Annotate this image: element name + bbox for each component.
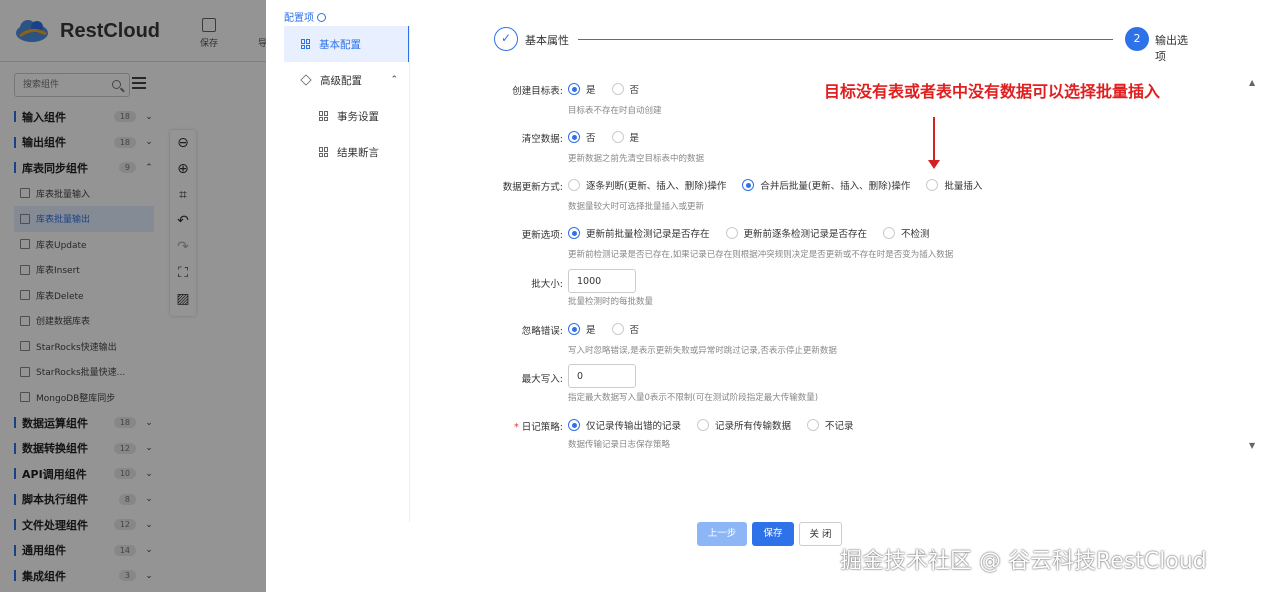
- radio-group: 是 否: [568, 320, 655, 338]
- radio-option[interactable]: 是: [611, 130, 639, 144]
- required-mark: *: [514, 422, 519, 433]
- radio-group: 是 否: [568, 80, 655, 98]
- help-text: 更新数据之前先清空目标表中的数据: [568, 154, 705, 164]
- max-write-field: [568, 364, 636, 388]
- radio-group: 否 是: [568, 128, 655, 146]
- radio-option[interactable]: 更新前批量检测记录是否存在: [568, 226, 710, 240]
- steps: ✓ 基本属性 2 输出选项: [494, 27, 1198, 63]
- scroll-up-icon[interactable]: ▲: [1249, 78, 1255, 87]
- help-text: 写入时忽略错误,是表示更新失败或异常时跳过记录,否表示停止更新数据: [568, 346, 837, 356]
- target-icon: [317, 13, 326, 22]
- step-label[interactable]: 输出选项: [1155, 32, 1198, 64]
- scroll-down-icon[interactable]: ▼: [1249, 441, 1255, 450]
- menu-transaction[interactable]: 事务设置: [284, 98, 410, 134]
- radio-option[interactable]: 是: [568, 82, 596, 96]
- arrow-down-icon: [928, 160, 940, 169]
- radio-group: 更新前批量检测记录是否存在 更新前逐条检测记录是否存在 不检测: [568, 224, 946, 242]
- radio-option[interactable]: 是: [568, 322, 596, 336]
- field-label: * 日记策略:: [514, 422, 563, 433]
- save-button[interactable]: 保存: [752, 522, 794, 546]
- help-text: 数据传输记录日志保存策略: [568, 440, 671, 450]
- radio-option[interactable]: 批量插入: [926, 178, 982, 192]
- help-text: 目标表不存在时自动创建: [568, 106, 662, 116]
- menu-basic-config[interactable]: 基本配置: [284, 26, 410, 62]
- field-label: 创建目标表:: [512, 86, 563, 97]
- chevron-up-icon: ⌃: [390, 75, 398, 85]
- menu-label: 事务设置: [337, 110, 379, 123]
- menu-label: 结果断言: [337, 146, 379, 159]
- help-text: 更新前检测记录是否已存在,如果记录已存在则根据冲突规则决定是否更新或不存在时是否…: [568, 250, 954, 260]
- radio-option[interactable]: 更新前逐条检测记录是否存在: [725, 226, 867, 240]
- help-text: 数据量较大时可选择批量插入或更新: [568, 202, 705, 212]
- field-label: 最大写入:: [521, 374, 563, 385]
- prev-step-button[interactable]: 上一步: [697, 522, 747, 546]
- field-label: 更新选项:: [521, 230, 563, 241]
- config-drawer: 配置项 基本配置 高级配置 ⌃ 事务设置 结果断言 ✓ 基本属性 2 输出选项 …: [266, 0, 1266, 592]
- annotation-text: 目标没有表或者表中没有数据可以选择批量插入: [824, 82, 1161, 101]
- close-button[interactable]: 关 闭: [799, 522, 842, 546]
- radio-option[interactable]: 仅记录传输出错的记录: [568, 418, 681, 432]
- batch-size-input[interactable]: [568, 269, 636, 293]
- help-text: 指定最大数据写入量0表示不限制(可在测试阶段指定最大传输数量): [568, 393, 819, 403]
- help-text: 批量检测时的每批数量: [568, 297, 654, 307]
- divider: [409, 26, 410, 522]
- check-icon[interactable]: ✓: [494, 27, 518, 51]
- grid-icon: [319, 147, 329, 157]
- config-menu: 基本配置 高级配置 ⌃ 事务设置 结果断言: [284, 26, 410, 170]
- step-number[interactable]: 2: [1125, 27, 1149, 51]
- modal-overlay[interactable]: [0, 0, 266, 592]
- radio-option[interactable]: 不记录: [807, 418, 854, 432]
- watermark: 掘金技术社区 @ 谷云科技RestCloud: [840, 549, 1207, 574]
- radio-option[interactable]: 逐条判断(更新、插入、删除)操作: [568, 178, 726, 192]
- grid-icon: [301, 39, 311, 49]
- step-label[interactable]: 基本属性: [525, 32, 569, 48]
- field-label: 清空数据:: [521, 134, 563, 145]
- radio-option[interactable]: 否: [568, 130, 596, 144]
- menu-assertion[interactable]: 结果断言: [284, 134, 410, 170]
- radio-option[interactable]: 不检测: [883, 226, 930, 240]
- radio-option[interactable]: 否: [611, 82, 639, 96]
- field-label: 忽略错误:: [521, 326, 563, 337]
- field-label: 数据更新方式:: [502, 182, 563, 193]
- radio-group: 逐条判断(更新、插入、删除)操作 合并后批量(更新、插入、删除)操作 批量插入: [568, 176, 998, 194]
- grid-icon: [319, 111, 329, 121]
- max-write-input[interactable]: [568, 364, 636, 388]
- radio-group: 仅记录传输出错的记录 记录所有传输数据 不记录: [568, 416, 870, 434]
- annotation-arrow: [933, 117, 935, 163]
- batch-size-field: [568, 269, 636, 293]
- menu-advanced-config[interactable]: 高级配置 ⌃: [284, 62, 410, 98]
- menu-label: 高级配置: [320, 74, 362, 87]
- cube-icon: [300, 74, 312, 86]
- menu-label: 基本配置: [319, 38, 361, 51]
- radio-option[interactable]: 记录所有传输数据: [697, 418, 791, 432]
- step-connector: [578, 39, 1113, 40]
- field-label: 批大小:: [531, 279, 563, 290]
- radio-option[interactable]: 合并后批量(更新、插入、删除)操作: [742, 178, 910, 192]
- config-title: 配置项: [284, 9, 326, 24]
- radio-option[interactable]: 否: [611, 322, 639, 336]
